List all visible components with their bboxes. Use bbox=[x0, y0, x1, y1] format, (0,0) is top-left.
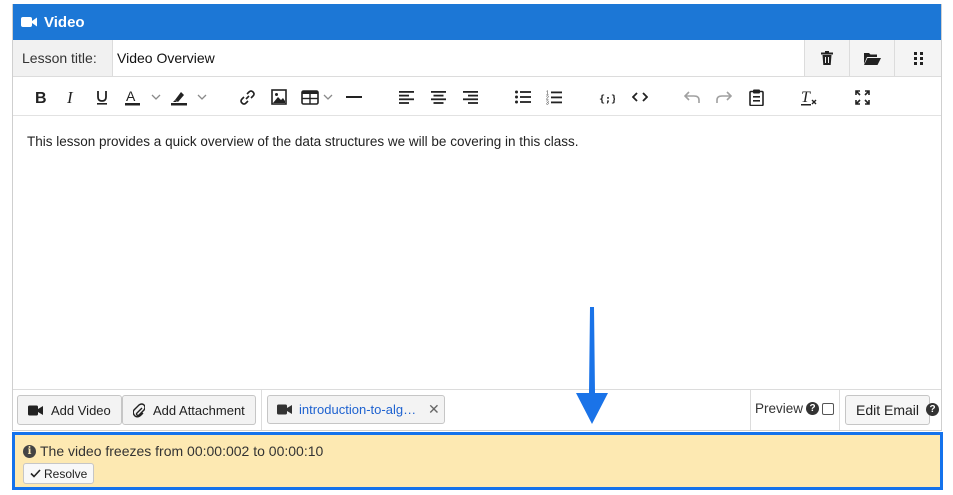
align-left-icon bbox=[398, 90, 414, 104]
image-icon bbox=[271, 89, 287, 105]
fullscreen-icon bbox=[854, 89, 870, 105]
table-button[interactable] bbox=[301, 87, 335, 107]
preview-checkbox[interactable] bbox=[822, 402, 835, 415]
bold-button[interactable]: B bbox=[33, 87, 47, 107]
horizontal-rule-icon bbox=[346, 96, 362, 98]
lesson-title-label: Lesson title: bbox=[13, 40, 113, 76]
folder-open-icon bbox=[863, 52, 881, 65]
attachment-filename[interactable]: introduction-to-algo... bbox=[299, 402, 421, 417]
numbered-list-icon: 1 2 3 bbox=[546, 90, 562, 105]
align-center-icon bbox=[430, 90, 446, 104]
code-block-button[interactable]: {;} bbox=[598, 87, 616, 107]
trash-icon bbox=[821, 51, 833, 65]
video-camera-icon bbox=[21, 17, 37, 27]
svg-text:B: B bbox=[35, 90, 46, 104]
redo-icon bbox=[716, 91, 732, 103]
svg-text:{;}: {;} bbox=[599, 94, 615, 104]
lesson-body-text: This lesson provides a quick overview of… bbox=[27, 134, 579, 149]
undo-button[interactable] bbox=[684, 87, 700, 107]
edit-email-button[interactable]: Edit Email bbox=[845, 395, 931, 425]
video-lesson-panel: Video Lesson title: Video Overview B I A… bbox=[12, 4, 942, 431]
font-color-button[interactable]: A bbox=[125, 87, 163, 107]
add-video-label: Add Video bbox=[51, 402, 111, 418]
editor-toolbar: B I A 1 2 3 {; T bbox=[13, 77, 941, 116]
align-center-button[interactable] bbox=[430, 87, 446, 107]
checkmark-icon bbox=[30, 469, 41, 478]
font-color-icon: A bbox=[125, 89, 161, 105]
lesson-title-row: Lesson title: bbox=[13, 40, 941, 77]
paste-button[interactable] bbox=[748, 87, 764, 107]
add-attachment-label: Add Attachment bbox=[153, 402, 245, 418]
media-bar: Add Video Add Attachment introduction-to… bbox=[13, 389, 941, 430]
issue-alert: i The video freezes from 00:00:002 to 00… bbox=[12, 432, 943, 490]
preview-control: Preview ? bbox=[755, 401, 835, 416]
panel-title: Video bbox=[44, 13, 85, 31]
preview-label: Preview bbox=[755, 401, 804, 416]
editor-content[interactable]: This lesson provides a quick overview of… bbox=[13, 116, 941, 389]
add-attachment-button[interactable]: Add Attachment bbox=[122, 395, 256, 425]
link-button[interactable] bbox=[238, 87, 256, 107]
fullscreen-button[interactable] bbox=[853, 87, 871, 107]
annotation-arrow-icon bbox=[576, 307, 608, 424]
redo-button[interactable] bbox=[716, 87, 732, 107]
panel-header: Video bbox=[13, 4, 941, 40]
bold-icon: B bbox=[35, 90, 46, 104]
remove-attachment-icon[interactable]: ✕ bbox=[428, 401, 440, 418]
lesson-title-input[interactable] bbox=[113, 40, 804, 76]
italic-icon: I bbox=[66, 90, 74, 104]
align-right-icon bbox=[462, 90, 478, 104]
resolve-button[interactable]: Resolve bbox=[23, 463, 95, 484]
link-icon bbox=[239, 89, 255, 105]
highlight-color-button[interactable] bbox=[171, 87, 209, 107]
info-icon: i bbox=[23, 444, 36, 458]
paperclip-icon bbox=[133, 402, 145, 417]
paste-icon bbox=[748, 89, 764, 106]
table-icon bbox=[301, 90, 333, 105]
preview-help-icon[interactable]: ? bbox=[806, 402, 820, 415]
add-video-button[interactable]: Add Video bbox=[17, 395, 122, 425]
video-attachment-chip[interactable]: introduction-to-algo... ✕ bbox=[267, 395, 445, 424]
underline-icon bbox=[97, 90, 107, 105]
video-camera-icon bbox=[28, 405, 43, 415]
bullet-list-button[interactable] bbox=[515, 87, 531, 107]
italic-button[interactable]: I bbox=[65, 87, 77, 107]
edit-email-label: Edit Email bbox=[856, 402, 920, 418]
divider bbox=[839, 390, 840, 430]
underline-button[interactable] bbox=[95, 87, 109, 107]
resolve-label: Resolve bbox=[44, 466, 88, 481]
edit-email-help-icon[interactable]: ? bbox=[926, 403, 939, 416]
svg-text:3: 3 bbox=[546, 100, 549, 105]
align-right-button[interactable] bbox=[462, 87, 478, 107]
divider bbox=[261, 390, 262, 430]
svg-text:T: T bbox=[801, 89, 811, 106]
grip-icon bbox=[913, 51, 923, 65]
code-icon bbox=[632, 92, 648, 102]
clear-format-button[interactable]: T bbox=[800, 87, 818, 107]
code-block-icon: {;} bbox=[599, 94, 615, 104]
highlight-icon bbox=[171, 91, 207, 105]
numbered-list-button[interactable]: 1 2 3 bbox=[546, 87, 562, 107]
undo-icon bbox=[684, 91, 700, 103]
video-camera-icon bbox=[277, 404, 292, 415]
svg-text:A: A bbox=[126, 89, 136, 104]
image-button[interactable] bbox=[270, 87, 288, 107]
svg-text:I: I bbox=[66, 90, 74, 104]
delete-button[interactable] bbox=[804, 40, 849, 76]
drag-handle-button[interactable] bbox=[894, 40, 941, 76]
clear-format-icon: T bbox=[800, 89, 816, 106]
alert-message-row: i The video freezes from 00:00:002 to 00… bbox=[23, 443, 932, 459]
divider bbox=[750, 390, 751, 430]
open-folder-button[interactable] bbox=[849, 40, 894, 76]
code-button[interactable] bbox=[631, 87, 649, 107]
horizontal-rule-button[interactable] bbox=[345, 87, 363, 107]
bullet-list-icon bbox=[515, 90, 531, 104]
align-left-button[interactable] bbox=[398, 87, 414, 107]
alert-message: The video freezes from 00:00:002 to 00:0… bbox=[40, 443, 324, 459]
